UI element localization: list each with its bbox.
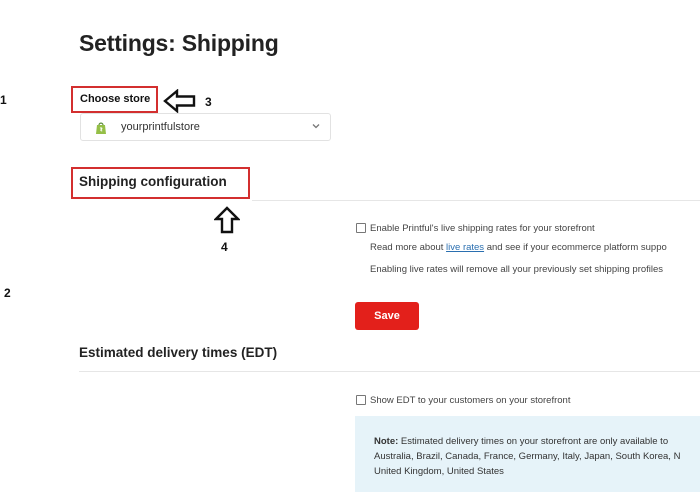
section-divider xyxy=(79,371,700,372)
note-line-3: United Kingdom, United States xyxy=(374,466,504,477)
read-more-text: Read more about live rates and see if yo… xyxy=(370,242,667,253)
section-divider xyxy=(252,200,700,201)
note-line-2: Australia, Brazil, Canada, France, Germa… xyxy=(374,451,681,462)
shopify-bag-icon xyxy=(96,122,106,134)
left-arrow-icon xyxy=(163,89,196,113)
annotation-number-3: 3 xyxy=(205,95,212,109)
choose-store-label: Choose store xyxy=(80,93,151,105)
annotation-number-4: 4 xyxy=(221,240,228,254)
edt-checkbox-label: Show EDT to your customers on your store… xyxy=(370,395,571,406)
save-button[interactable]: Save xyxy=(355,302,419,330)
note-label: Note: xyxy=(374,436,399,447)
up-arrow-icon xyxy=(214,206,240,234)
live-rates-warning: Enabling live rates will remove all your… xyxy=(370,264,664,275)
store-select-value: yourprintfulstore xyxy=(121,121,200,133)
edt-title: Estimated delivery times (EDT) xyxy=(79,345,278,360)
read-more-suffix: and see if your ecommerce platform suppo xyxy=(484,242,667,253)
read-more-prefix: Read more about xyxy=(370,242,447,253)
annotation-number-1: 1 xyxy=(0,93,7,107)
annotation-number-2: 2 xyxy=(4,286,11,300)
store-select[interactable]: yourprintfulstore xyxy=(80,113,331,141)
chevron-down-icon xyxy=(312,124,320,129)
note-text-1: Estimated delivery times on your storefr… xyxy=(398,436,669,447)
edt-checkbox[interactable] xyxy=(356,395,366,405)
live-rates-checkbox[interactable] xyxy=(356,223,366,233)
note-line-1: Note: Estimated delivery times on your s… xyxy=(374,434,700,449)
shipping-configuration-title: Shipping configuration xyxy=(79,174,227,189)
edt-note-box: Note: Estimated delivery times on your s… xyxy=(355,416,700,492)
live-rates-label: Enable Printful's live shipping rates fo… xyxy=(370,223,595,234)
live-rates-link[interactable]: live rates xyxy=(446,242,484,253)
page-title: Settings: Shipping xyxy=(79,30,279,56)
